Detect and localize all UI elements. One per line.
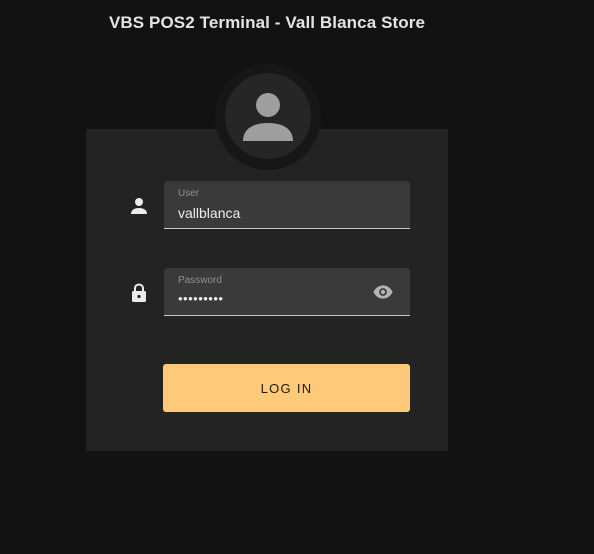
user-input[interactable]: vallblanca xyxy=(178,205,368,221)
avatar xyxy=(225,73,311,159)
user-field-label: User xyxy=(178,188,200,199)
password-field-label: Password xyxy=(178,275,222,286)
login-button[interactable]: LOG IN xyxy=(163,364,410,412)
password-field[interactable]: Password ••••••••• xyxy=(164,268,410,316)
window-title: VBS POS2 Terminal - Vall Blanca Store xyxy=(108,13,426,32)
password-input[interactable]: ••••••••• xyxy=(178,291,368,306)
lock-icon xyxy=(127,281,151,305)
eye-icon[interactable] xyxy=(372,281,394,303)
account-circle-icon xyxy=(243,93,293,141)
user-field[interactable]: User vallblanca xyxy=(164,181,410,229)
person-icon xyxy=(127,194,151,218)
